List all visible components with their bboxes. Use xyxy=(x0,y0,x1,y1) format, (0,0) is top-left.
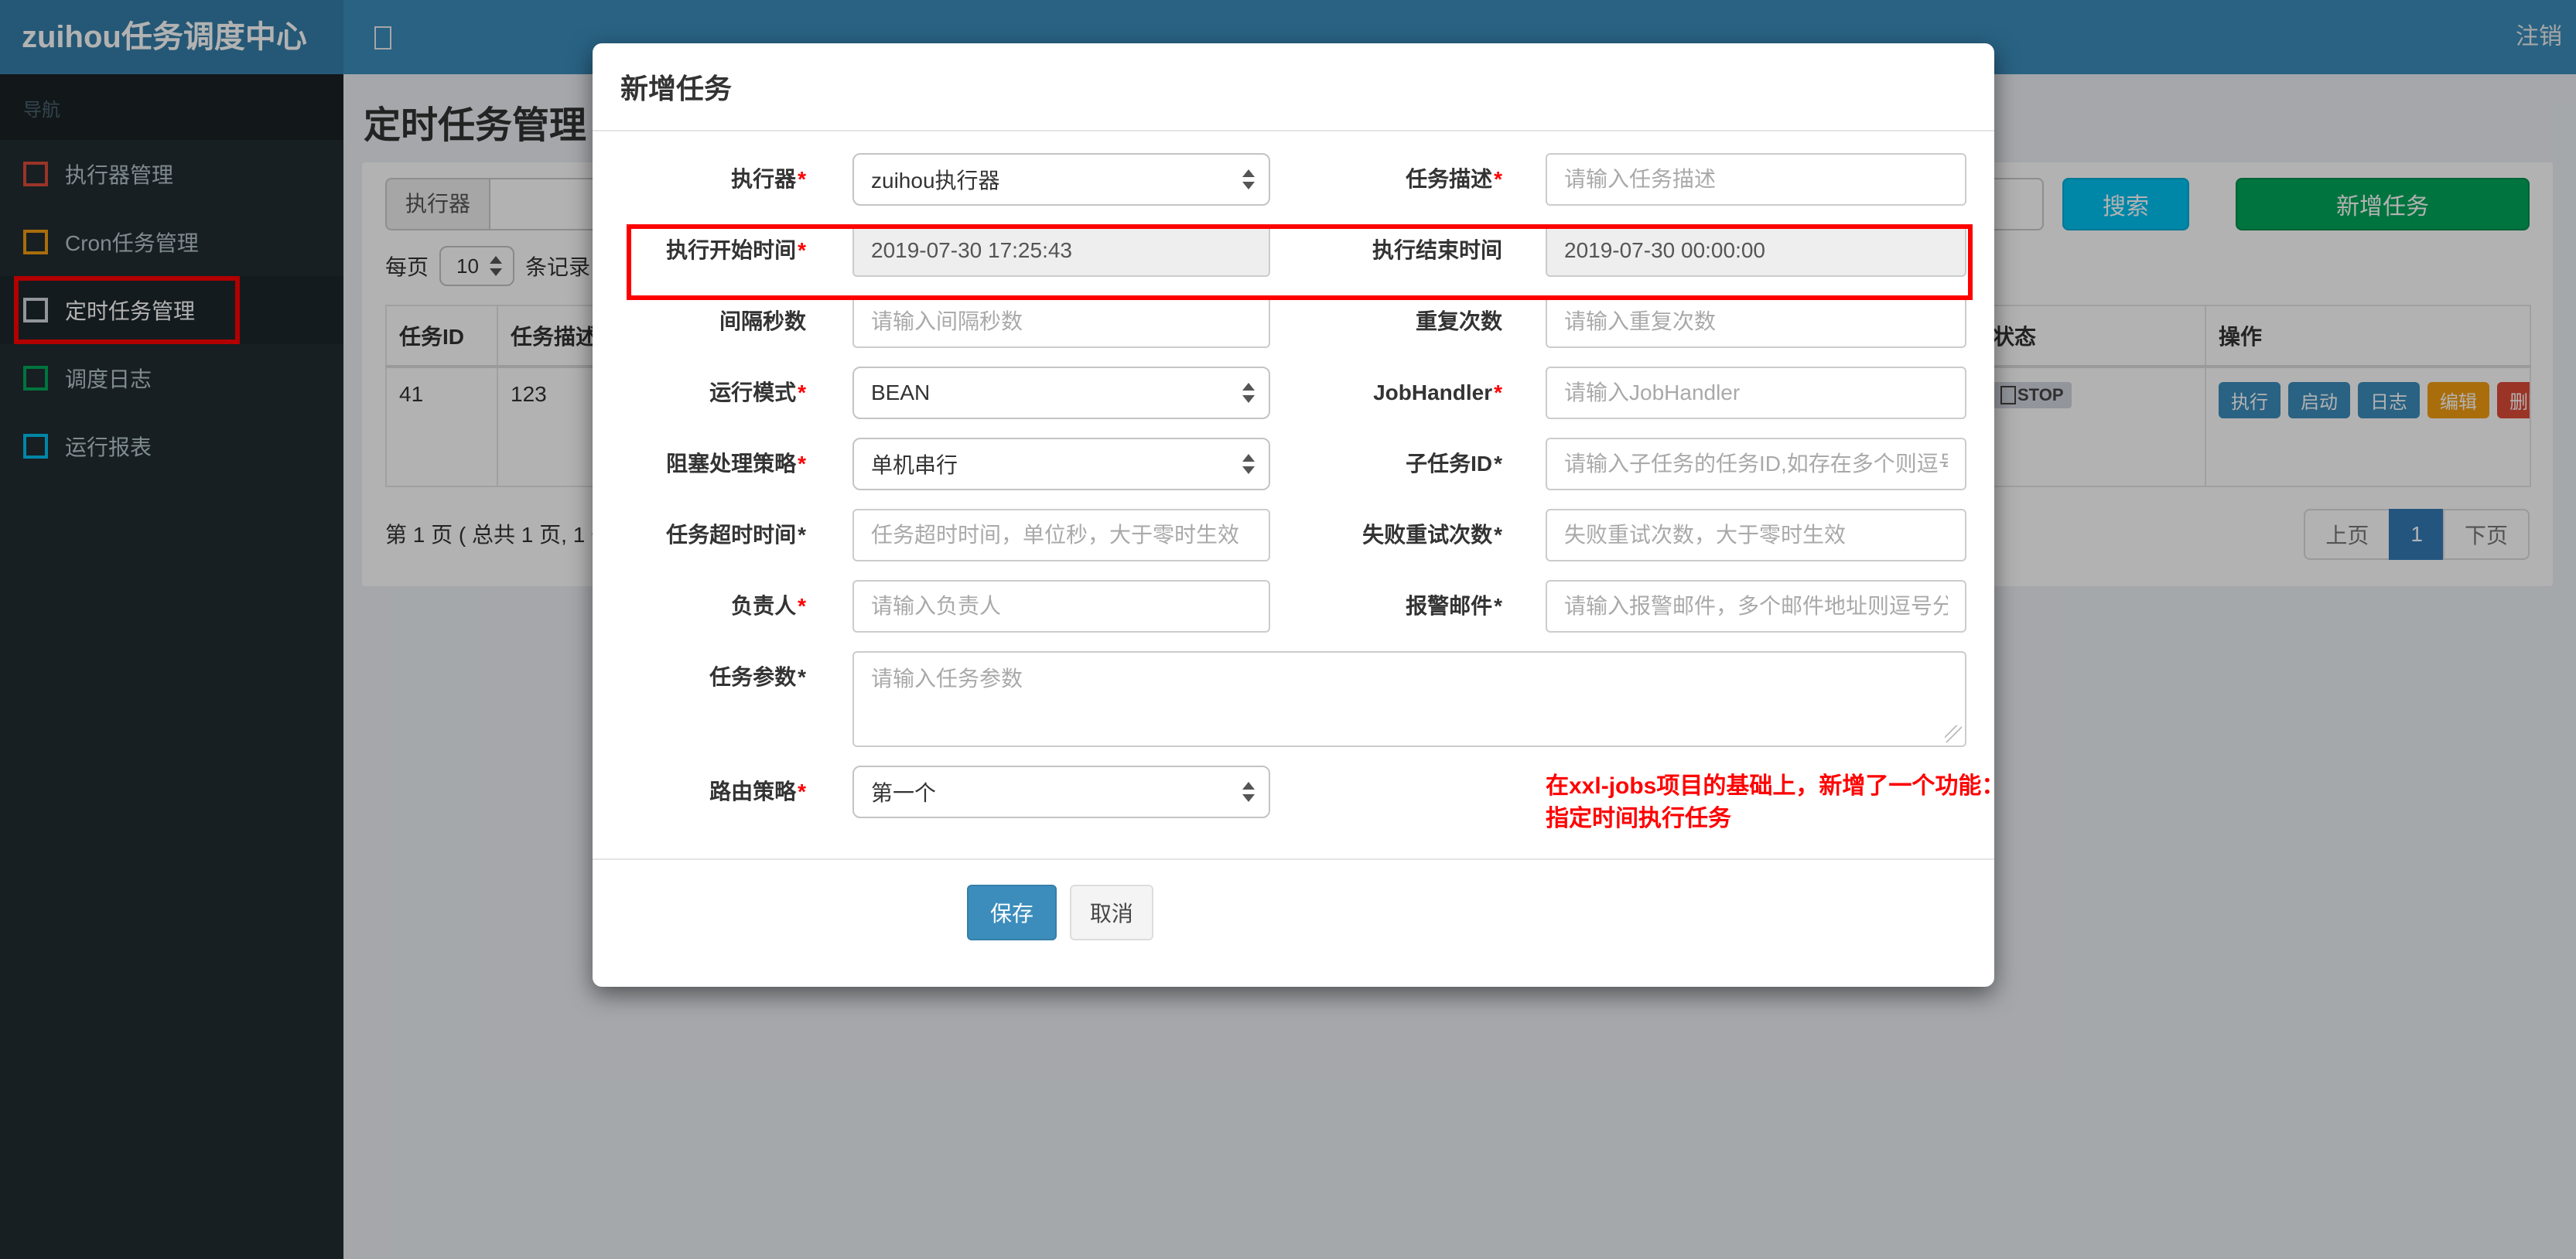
field-label: 运行模式 * xyxy=(709,380,806,404)
required-star: * xyxy=(798,238,806,262)
field-input[interactable] xyxy=(852,224,1270,277)
required-star: * xyxy=(798,380,806,404)
field-input[interactable] xyxy=(1546,580,1966,633)
field-label: 子任务ID * xyxy=(1406,452,1502,476)
field-select[interactable]: zuihou执行器 xyxy=(852,153,1270,206)
form-row: 路由策略 * 第一个 在xxl-jobs项目的基础上，新增了一个功能： 指定时间执行任务 xyxy=(620,766,2005,835)
required-star: * xyxy=(1494,380,1502,404)
field-label: 执行结束时间 xyxy=(1372,238,1502,262)
field-label: 负责人 * xyxy=(731,594,806,618)
field-label: JobHandler * xyxy=(1373,380,1502,404)
select-value: BEAN xyxy=(871,380,931,404)
cancel-button[interactable]: 取消 xyxy=(1069,885,1153,940)
form-row: 阻塞处理策略 * 单机串行 子任务ID * xyxy=(620,438,1966,490)
form-row: 负责人* 报警邮件* xyxy=(620,580,1966,633)
field-label: 任务参数 * xyxy=(709,665,806,689)
required-star: * xyxy=(1494,594,1502,618)
field-label: 阻塞处理策略 * xyxy=(666,452,806,476)
required-star: * xyxy=(798,665,806,689)
modal-header: 新增任务 xyxy=(593,43,1994,131)
form-row: 执行开始时间* 执行结束时间 xyxy=(620,224,1973,300)
field-input[interactable] xyxy=(1546,295,1966,348)
app-root: zuihou任务调度中心 注销 导航 执行器管理 Cron任务管理 定时任务管理 调度… xyxy=(0,0,2576,1259)
field-select[interactable]: BEAN xyxy=(852,367,1270,419)
select-value: 第一个 xyxy=(871,781,937,805)
required-star: * xyxy=(1494,167,1502,191)
field-label: 任务超时时间 * xyxy=(666,523,806,547)
field-label: 间隔秒数 xyxy=(719,309,806,333)
form-row: 执行器 * zuihou执行器 任务描述 * xyxy=(620,153,1966,206)
field-input[interactable] xyxy=(1546,224,1966,277)
required-star: * xyxy=(798,523,806,547)
required-star: * xyxy=(798,780,806,804)
form-row: 任务参数 * xyxy=(620,651,1966,747)
modal-note-text: 在xxl-jobs项目的基础上，新增了一个功能： 指定时间执行任务 xyxy=(1546,773,2005,831)
select-caret-icon xyxy=(1242,169,1255,189)
field-input[interactable] xyxy=(1546,438,1966,490)
required-star: * xyxy=(798,594,806,618)
field-input[interactable] xyxy=(852,295,1270,348)
field-label: 重复次数 xyxy=(1415,309,1502,333)
field-input[interactable] xyxy=(1546,367,1966,419)
form-row: 运行模式 * BEAN JobHandler * xyxy=(620,367,1966,419)
required-star: * xyxy=(1494,523,1502,547)
required-star: * xyxy=(1494,452,1502,476)
field-textarea[interactable] xyxy=(852,651,1966,747)
field-label: 执行器 * xyxy=(731,167,806,191)
modal-form: 执行器* zuihou执行器 任务描述* 执行开始时间* 执行结束时间间隔秒数 重复次数运… xyxy=(593,131,2005,835)
select-caret-icon xyxy=(1242,782,1255,802)
required-star: * xyxy=(798,452,806,476)
add-task-modal: 新增任务 执行器* zuihou执行器 任务描述* 执行开始时间* 执行结束时间间隔秒数… xyxy=(593,43,2005,987)
modal-title: 新增任务 xyxy=(620,73,733,104)
select-caret-icon xyxy=(1242,454,1255,474)
form-row: 间隔秒数 重复次数 xyxy=(620,295,1966,348)
field-input[interactable] xyxy=(852,509,1270,561)
field-select[interactable]: 单机串行 xyxy=(852,438,1270,490)
form-row: 任务超时时间* 失败重试次数* xyxy=(620,509,1966,561)
field-label: 报警邮件 * xyxy=(1406,594,1502,618)
modal-footer: 保存 取消 xyxy=(593,858,1994,987)
field-label: 路由策略 * xyxy=(709,780,806,804)
field-input[interactable] xyxy=(1546,509,1966,561)
required-star: * xyxy=(798,167,806,191)
field-label: 失败重试次数 * xyxy=(1362,523,1502,547)
field-label: 任务描述 * xyxy=(1406,167,1502,191)
select-value: zuihou执行器 xyxy=(871,169,1000,193)
field-input[interactable] xyxy=(852,580,1270,633)
save-button[interactable]: 保存 xyxy=(967,885,1057,940)
select-caret-icon xyxy=(1242,383,1255,403)
field-label: 执行开始时间 * xyxy=(666,238,806,262)
select-value: 单机串行 xyxy=(871,453,958,477)
field-input[interactable] xyxy=(1546,153,1966,206)
field-select[interactable]: 第一个 xyxy=(852,766,1270,818)
